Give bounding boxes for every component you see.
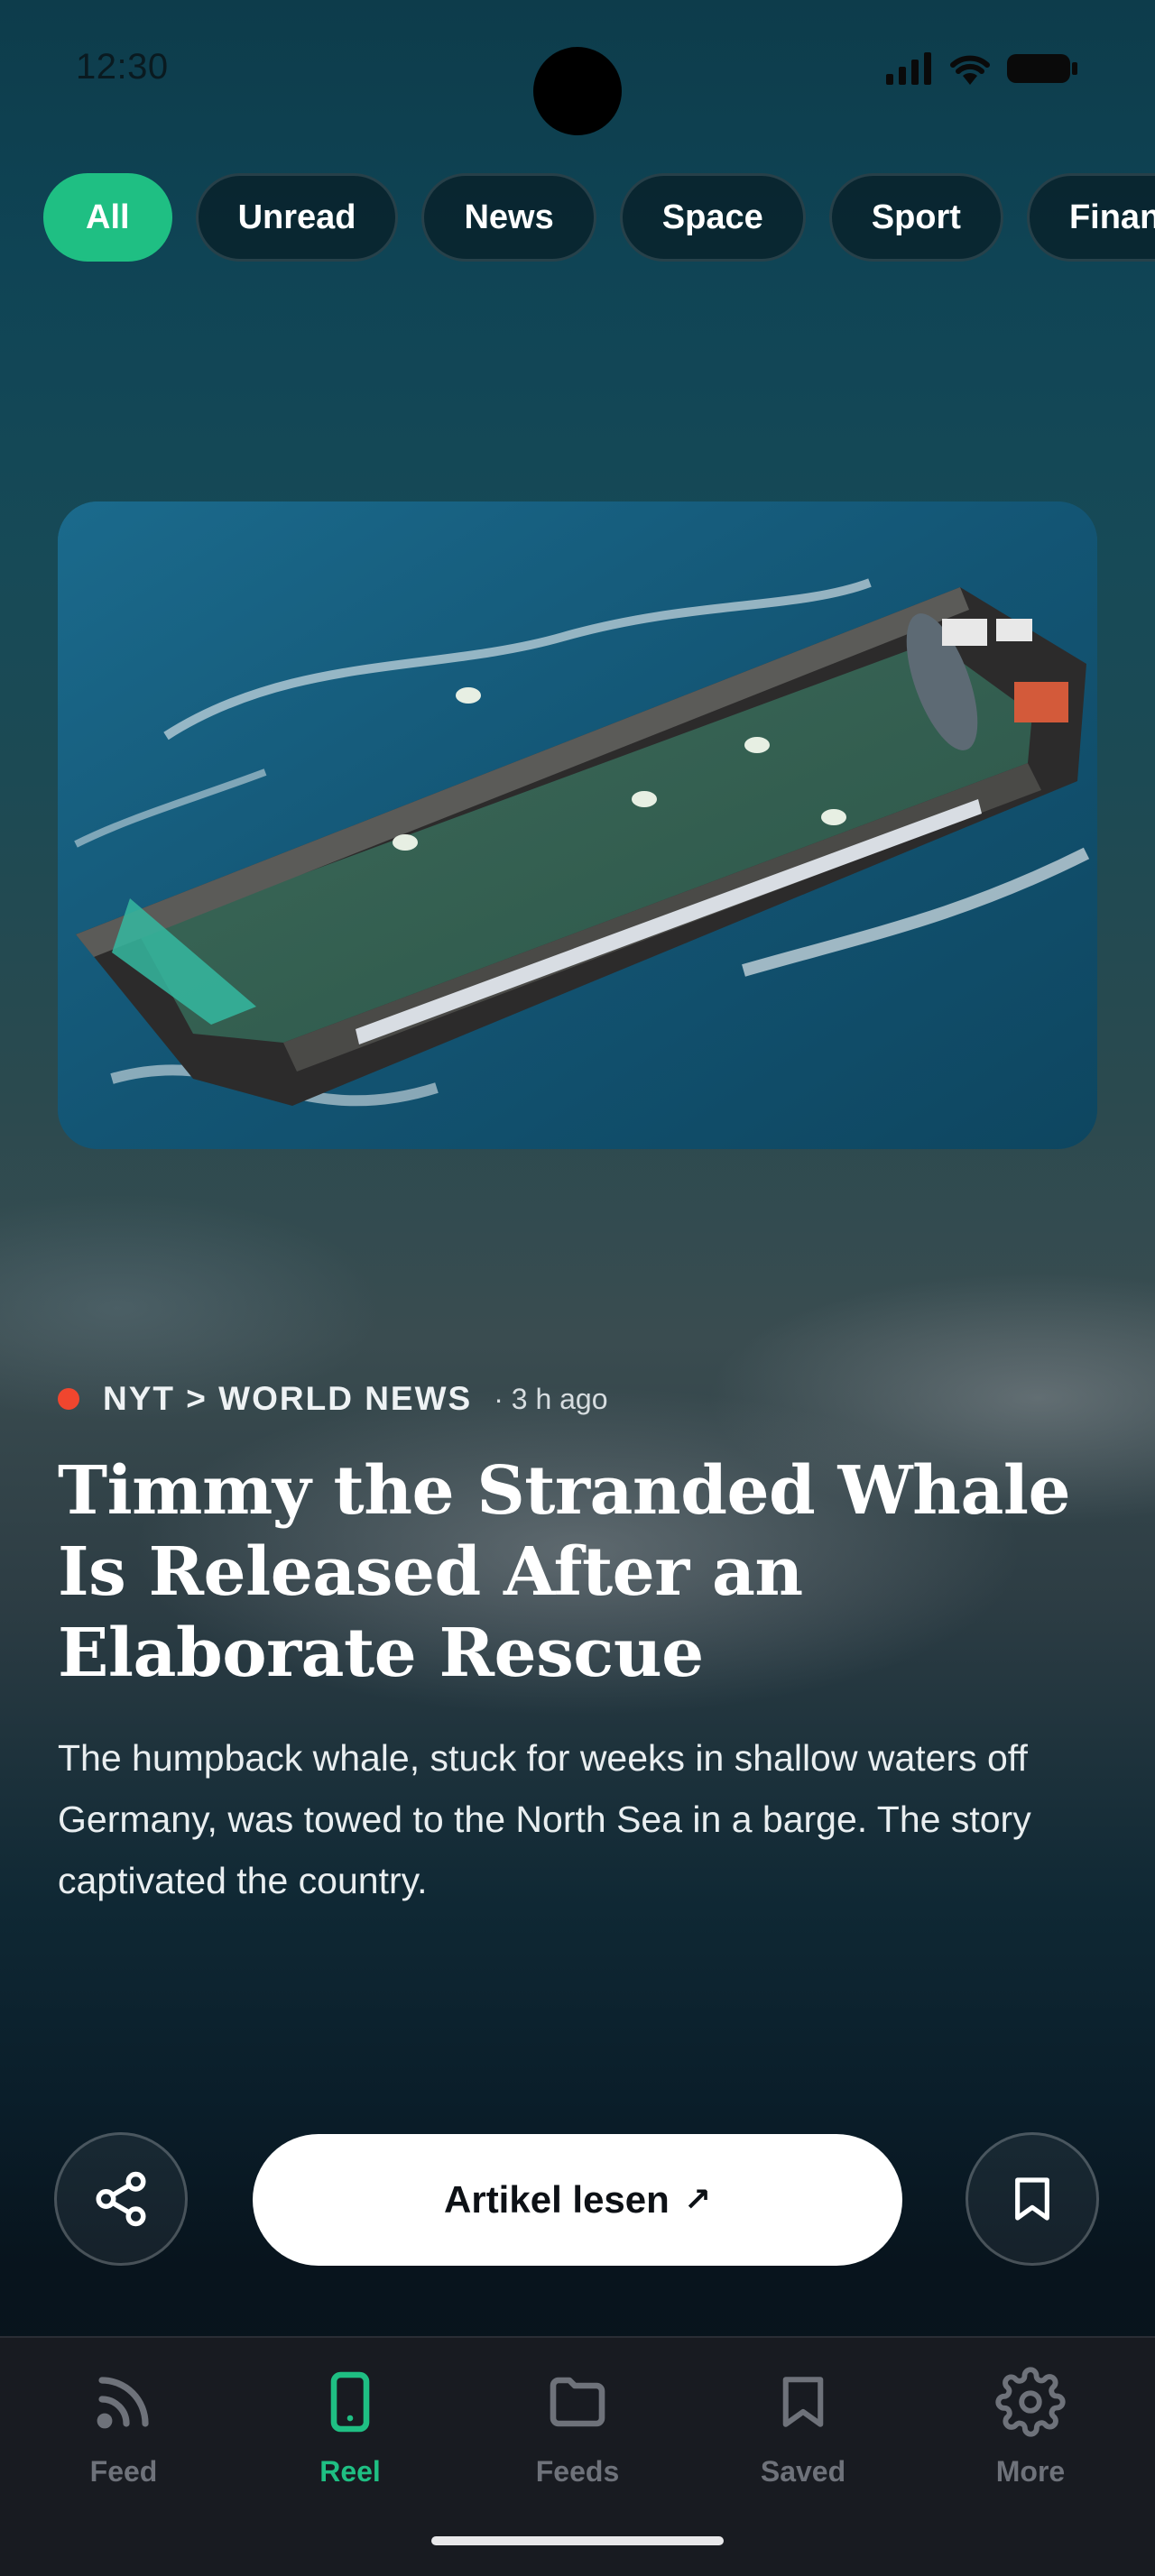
read-article-label: Artikel lesen — [444, 2178, 670, 2221]
filter-chip-sport[interactable]: Sport — [828, 173, 1003, 262]
nav-item-feed[interactable]: Feed — [33, 2361, 214, 2489]
phone-icon — [330, 2371, 370, 2433]
bookmark-icon — [782, 2377, 824, 2427]
filter-chip-space[interactable]: Space — [619, 173, 806, 262]
nav-item-saved[interactable]: Saved — [713, 2361, 893, 2489]
folder-icon — [550, 2377, 605, 2427]
status-icons — [884, 51, 1079, 87]
nav-label-feed: Feed — [89, 2455, 158, 2488]
filter-chip-unread[interactable]: Unread — [195, 173, 399, 262]
article-meta: NYT > WORLD NEWS · 3 h ago — [58, 1380, 608, 1418]
article-time: · 3 h ago — [494, 1382, 608, 1415]
article-image[interactable] — [58, 501, 1097, 1149]
filter-chip-news[interactable]: News — [421, 173, 596, 262]
bookmark-icon — [1015, 2177, 1049, 2221]
article-source[interactable]: NYT > WORLD NEWS — [103, 1380, 472, 1418]
whale-barge-photo — [58, 501, 1097, 1149]
article-summary: The humpback whale, stuck for weeks in s… — [58, 1737, 1031, 1901]
filter-chips: All Unread News Space Sport Finance — [43, 173, 1155, 262]
filter-chip-all[interactable]: All — [43, 173, 172, 262]
nav-label-reel: Reel — [319, 2455, 381, 2488]
bookmark-button[interactable] — [966, 2132, 1099, 2266]
battery-icon — [1007, 54, 1077, 83]
external-link-icon: ↗ — [683, 2181, 711, 2218]
nav-label-feeds: Feeds — [535, 2455, 620, 2488]
filter-chip-finance[interactable]: Finance — [1026, 173, 1155, 262]
read-article-button[interactable]: Artikel lesen ↗ — [253, 2134, 902, 2266]
live-dot — [58, 1388, 79, 1410]
status-time: 12:30 — [76, 47, 169, 87]
nav-label-saved: Saved — [760, 2455, 846, 2488]
share-button[interactable] — [54, 2132, 188, 2266]
nav-item-more[interactable]: More — [940, 2361, 1121, 2489]
nav-label-more: More — [995, 2455, 1066, 2488]
wifi-icon — [950, 55, 990, 85]
share-icon — [96, 2171, 146, 2227]
home-indicator[interactable] — [431, 2536, 724, 2545]
nav-item-feeds[interactable]: Feeds — [487, 2361, 668, 2489]
rss-icon — [97, 2377, 149, 2429]
signal-icon — [886, 52, 931, 85]
article-headline[interactable]: Timmy the Stranded Whale Is Released Aft… — [58, 1450, 1104, 1694]
gear-icon — [995, 2367, 1066, 2437]
nav-item-reel[interactable]: Reel — [260, 2361, 440, 2489]
camera-cutout — [533, 47, 622, 135]
